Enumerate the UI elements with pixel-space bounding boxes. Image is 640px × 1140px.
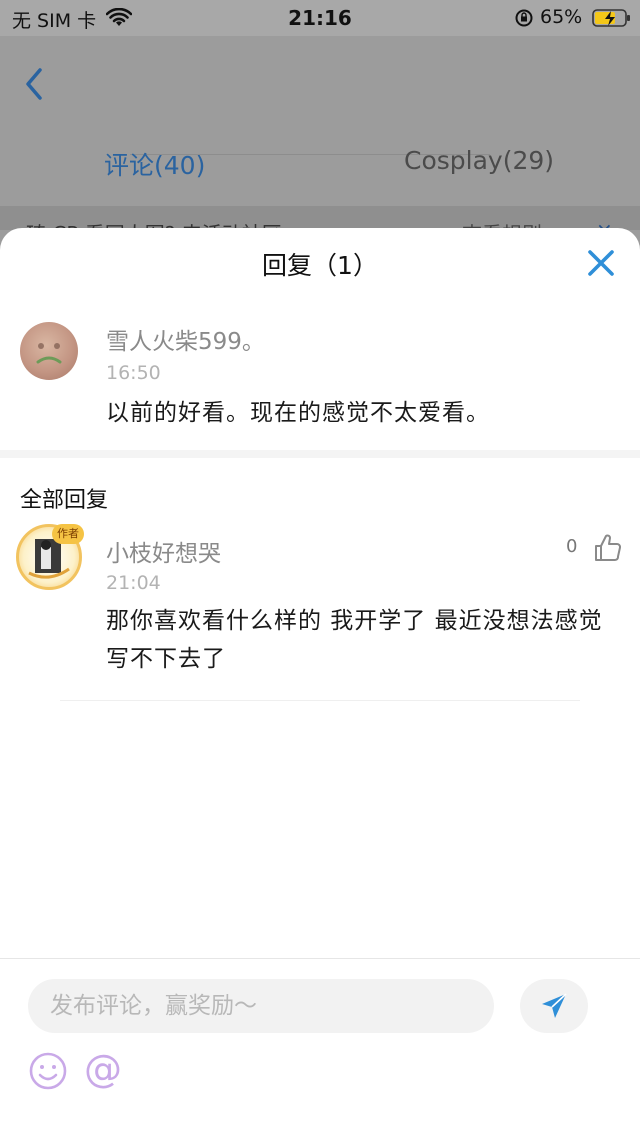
tab-cosplay[interactable]: Cosplay(29) bbox=[404, 146, 554, 175]
sheet-title: 回复（1） bbox=[262, 251, 378, 280]
battery-percent: 65% bbox=[540, 6, 583, 28]
reply-username[interactable]: 小枝好想哭 bbox=[106, 534, 221, 568]
orientation-lock-icon bbox=[515, 9, 533, 27]
reply-sheet: 回复（1） 雪人火柴599。 16:50 以前的好看。现在的感觉不太爱看。 全部… bbox=[0, 228, 640, 1140]
send-button[interactable] bbox=[520, 979, 588, 1033]
avatar-face-icon bbox=[36, 343, 62, 364]
emoji-icon[interactable] bbox=[28, 1051, 68, 1091]
notice-banner: 琦 CP 看同人图? 来活动社区 查看规则 › × bbox=[0, 206, 640, 230]
comment-composer: @ bbox=[0, 958, 640, 1140]
comment-username[interactable]: 雪人火柴599。 bbox=[106, 322, 265, 356]
tab-comments[interactable]: 评论(40) bbox=[104, 146, 205, 182]
comment-text: 以前的好看。现在的感觉不太爱看。 bbox=[106, 400, 490, 426]
author-badge: 作者 bbox=[52, 524, 84, 544]
send-icon bbox=[542, 993, 567, 1018]
comment-input[interactable] bbox=[28, 979, 494, 1033]
close-icon[interactable] bbox=[584, 246, 618, 280]
reply-divider bbox=[60, 700, 580, 701]
back-arrow-icon[interactable] bbox=[22, 66, 46, 102]
all-replies-heading: 全部回复 bbox=[20, 488, 109, 513]
reply-text: 那你喜欢看什么样的 我开学了 最近没想法感觉写不下去了 bbox=[106, 608, 603, 672]
avatar[interactable] bbox=[20, 322, 78, 380]
thumbs-up-icon[interactable] bbox=[592, 532, 624, 564]
mention-button[interactable]: @ bbox=[84, 1047, 122, 1091]
reply-timestamp: 21:04 bbox=[106, 572, 161, 594]
section-divider bbox=[0, 450, 640, 458]
battery-charging-icon bbox=[592, 9, 630, 27]
background-page: 评论(40) Cosplay(29) 琦 CP 看同人图? 来活动社区 查看规则… bbox=[0, 36, 640, 230]
like-count: 0 bbox=[566, 536, 578, 557]
comment-timestamp: 16:50 bbox=[106, 362, 161, 384]
status-bar: 无 SIM 卡 21:16 65% bbox=[0, 0, 640, 36]
